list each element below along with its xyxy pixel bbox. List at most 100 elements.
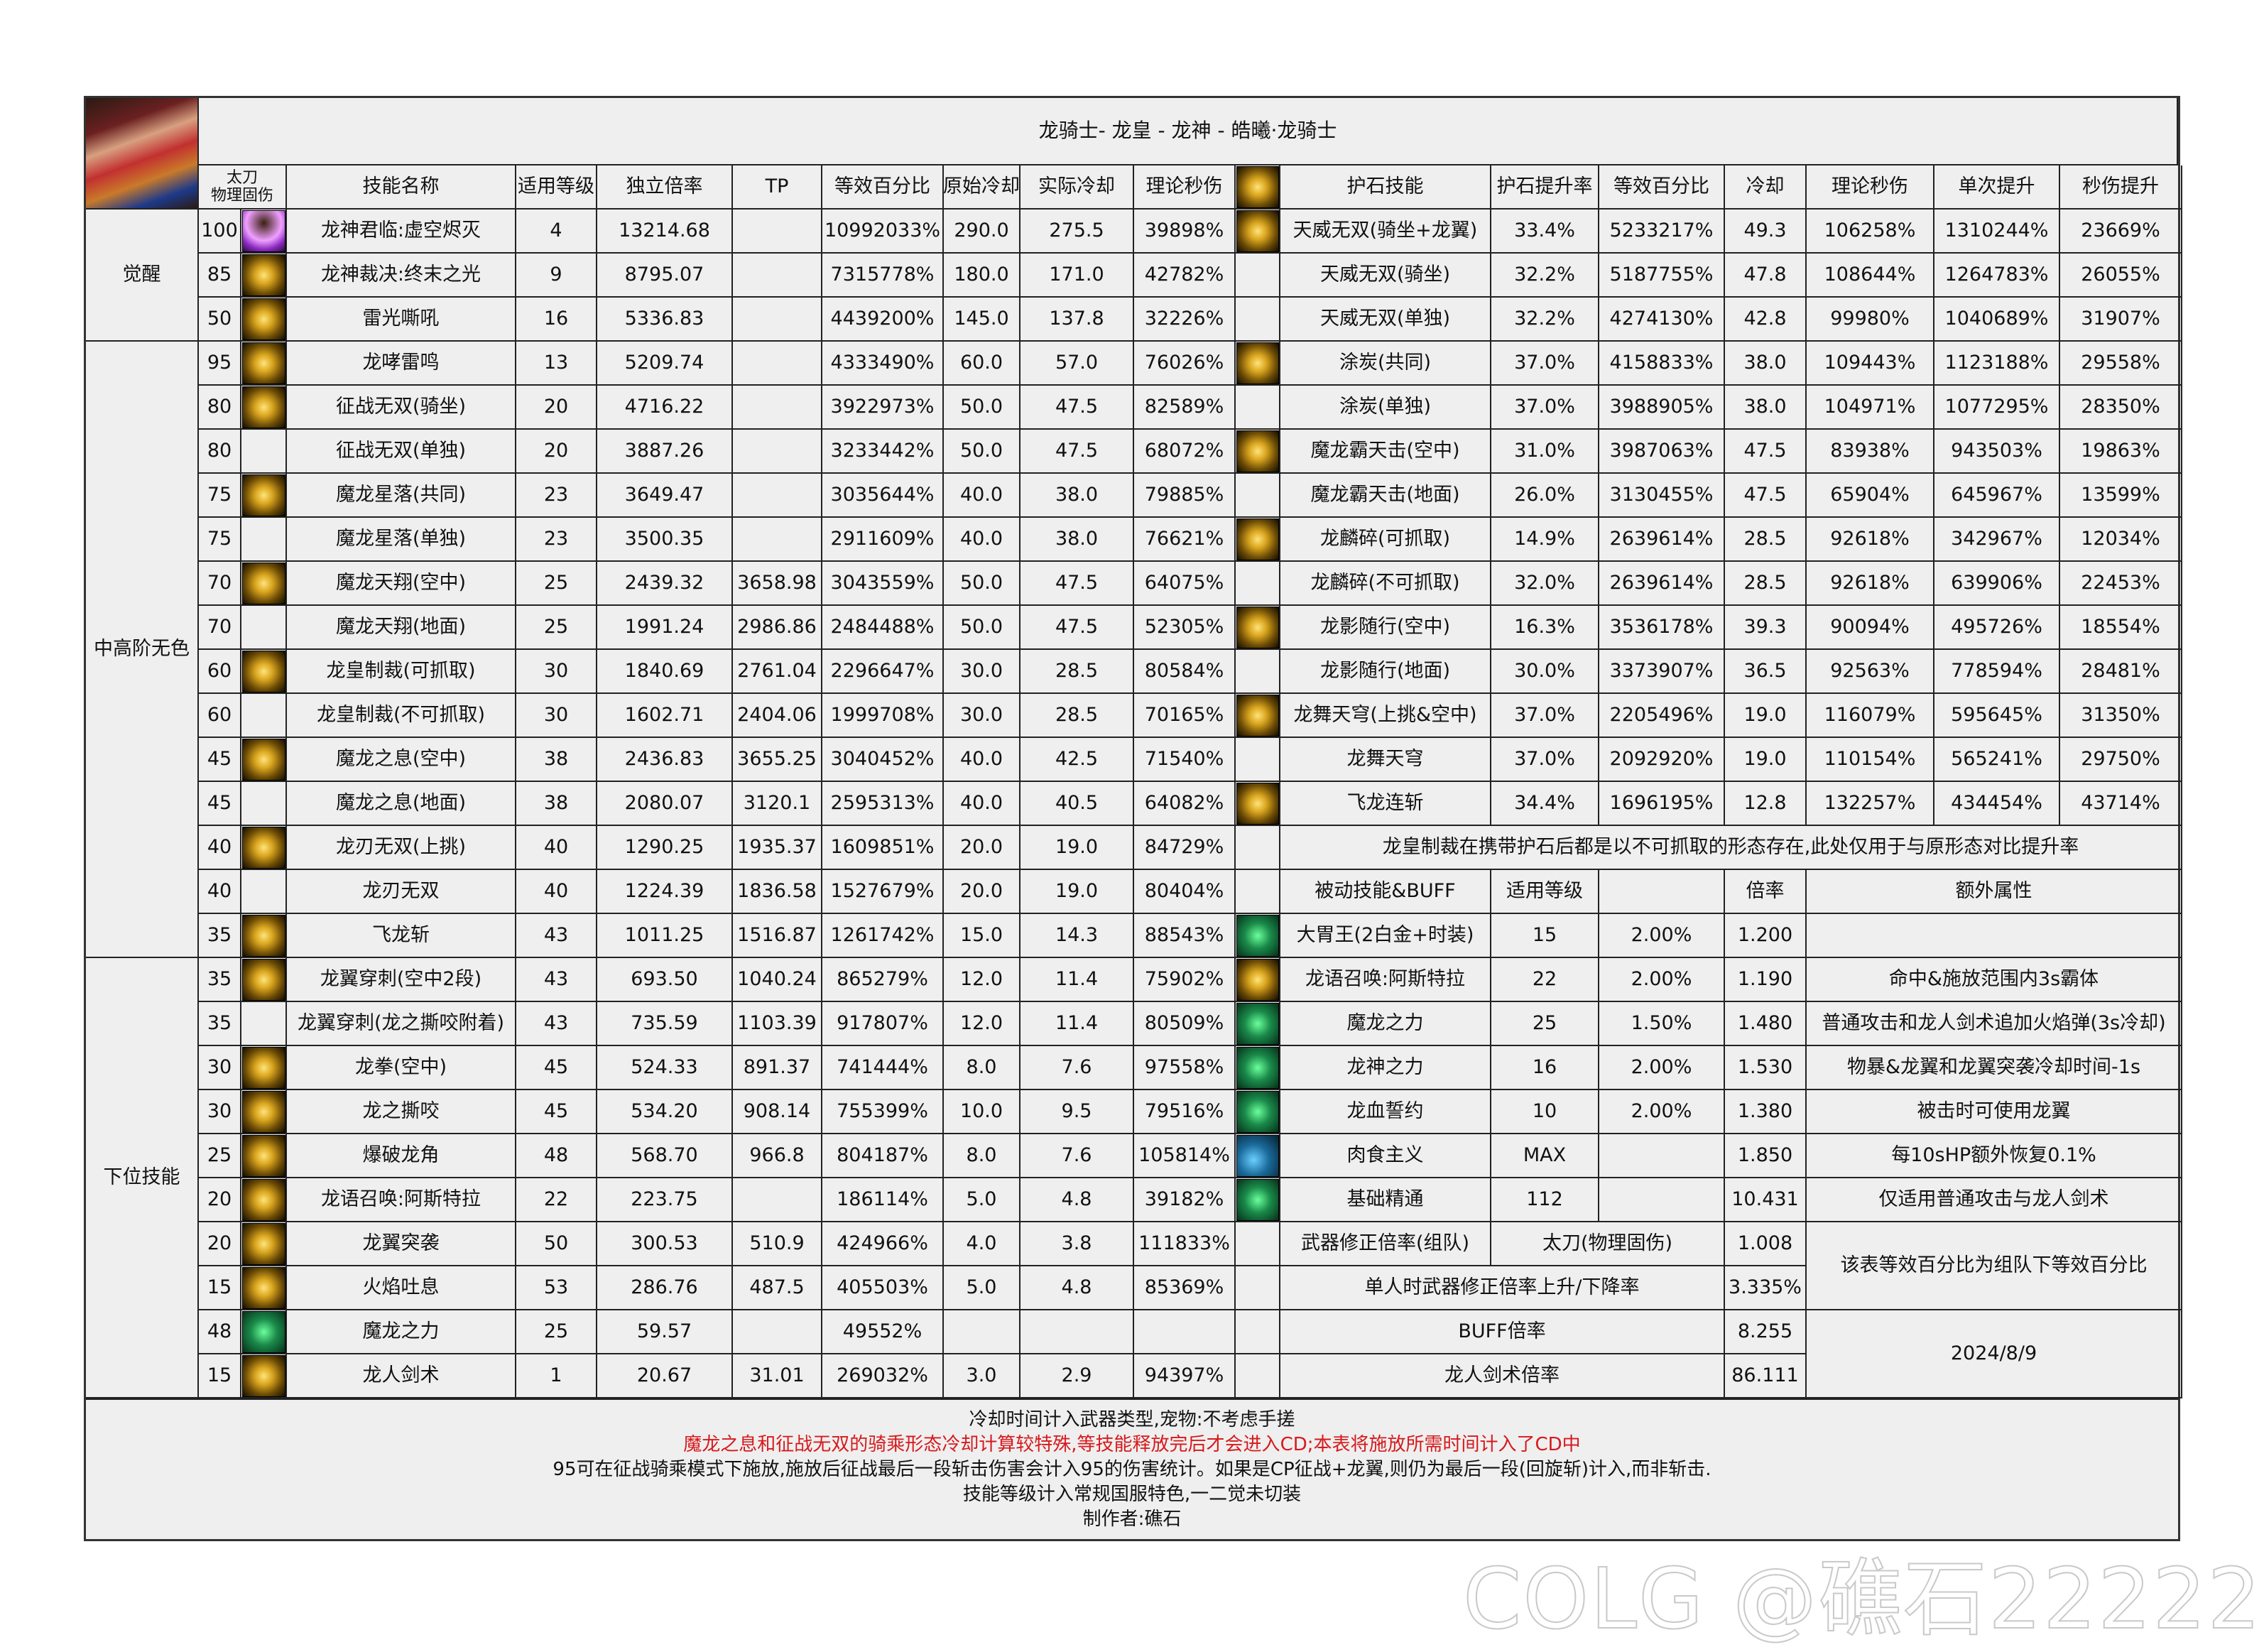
talisman-cd: 42.8 — [1725, 298, 1807, 342]
skill-ratio: 13214.68 — [597, 210, 733, 254]
passive-name: 基础精通 — [1280, 1178, 1491, 1222]
talisman-dps-up: 19863% — [2060, 430, 2182, 474]
talisman-dps: 108644% — [1807, 254, 1934, 298]
passive-header-extra: 额外属性 — [1807, 870, 2182, 914]
talisman-dps: 99980% — [1807, 298, 1934, 342]
skill-equiv: 3043559% — [822, 562, 944, 606]
sheet-title: 龙骑士- 龙皇 - 龙神 - 皓曦·龙骑士 — [199, 98, 2178, 165]
skill-level: 85 — [199, 254, 241, 298]
skill-level: 70 — [199, 562, 241, 606]
skill-icon-cell — [241, 782, 287, 826]
talisman-cd: 19.0 — [1725, 738, 1807, 782]
header-talisman-dps: 理论秒伤 — [1807, 165, 1934, 210]
header-single-up: 单次提升 — [1934, 165, 2060, 210]
passive-icon — [1236, 1091, 1279, 1133]
skill-equiv: 741444% — [822, 1046, 944, 1090]
talisman-cd: 19.0 — [1725, 694, 1807, 738]
skill-use-level: 13 — [516, 342, 597, 386]
skill-use-level: 43 — [516, 914, 597, 958]
skill-name: 征战无双(骑坐) — [287, 386, 516, 430]
skill-dps: 80584% — [1134, 650, 1236, 694]
skill-ratio: 5336.83 — [597, 298, 733, 342]
skill-icon — [242, 1355, 285, 1397]
talisman-name: 魔龙霸天击(地面) — [1280, 474, 1491, 518]
talisman-rate: 14.9% — [1491, 518, 1599, 562]
buff-ratio-value: 8.255 — [1725, 1310, 1807, 1354]
skill-real-cd: 171.0 — [1021, 254, 1134, 298]
skill-icon-cell — [241, 1002, 287, 1046]
skill-level: 20 — [199, 1222, 241, 1266]
skill-ratio: 223.75 — [597, 1178, 733, 1222]
skill-real-cd: 137.8 — [1021, 298, 1134, 342]
skill-dps: 94397% — [1134, 1354, 1236, 1398]
passive-icon — [1236, 1003, 1279, 1045]
skill-use-level: 30 — [516, 650, 597, 694]
skill-dps: 82589% — [1134, 386, 1236, 430]
section-label: 下位技能 — [86, 958, 199, 1398]
skill-ratio: 735.59 — [597, 1002, 733, 1046]
skill-real-cd: 11.4 — [1021, 958, 1134, 1002]
skill-tp: 1935.37 — [733, 826, 822, 870]
skill-tp: 966.8 — [733, 1134, 822, 1178]
passive-name: 大胃王(2白金+时装) — [1280, 914, 1491, 958]
skill-orig-cd: 180.0 — [944, 254, 1021, 298]
skill-ratio: 1224.39 — [597, 870, 733, 914]
skill-equiv: 4333490% — [822, 342, 944, 386]
talisman-rate: 37.0% — [1491, 342, 1599, 386]
skill-equiv: 3922973% — [822, 386, 944, 430]
skill-tp: 2404.06 — [733, 694, 822, 738]
passive-ratio: 1.200 — [1725, 914, 1807, 958]
skill-tp: 487.5 — [733, 1266, 822, 1310]
skill-name: 龙语召唤:阿斯特拉 — [287, 1178, 516, 1222]
skill-real-cd: 4.8 — [1021, 1178, 1134, 1222]
skill-dps: 75902% — [1134, 958, 1236, 1002]
skill-orig-cd — [944, 1310, 1021, 1354]
header-talisman: 护石技能 — [1280, 165, 1491, 210]
talisman-dps: 109443% — [1807, 342, 1934, 386]
skill-orig-cd: 8.0 — [944, 1046, 1021, 1090]
passive-level: 112 — [1491, 1178, 1599, 1222]
skill-tp — [733, 1310, 822, 1354]
skill-dps: 88543% — [1134, 914, 1236, 958]
skill-dps: 80509% — [1134, 1002, 1236, 1046]
skill-level: 60 — [199, 694, 241, 738]
talisman-rate: 34.4% — [1491, 782, 1599, 826]
talisman-dps: 90094% — [1807, 606, 1934, 650]
weapon-fix-value: 1.008 — [1725, 1222, 1807, 1266]
passive-icon — [1236, 1135, 1279, 1177]
skill-orig-cd: 20.0 — [944, 870, 1021, 914]
passive-level: 16 — [1491, 1046, 1599, 1090]
skill-tp — [733, 342, 822, 386]
talisman-cd: 38.0 — [1725, 342, 1807, 386]
skill-ratio: 3887.26 — [597, 430, 733, 474]
skill-use-level: 43 — [516, 1002, 597, 1046]
skill-name: 魔龙天翔(空中) — [287, 562, 516, 606]
skill-real-cd: 38.0 — [1021, 518, 1134, 562]
talisman-dps-up: 43714% — [2060, 782, 2182, 826]
skill-name: 魔龙星落(单独) — [287, 518, 516, 562]
talisman-single-up: 943503% — [1934, 430, 2060, 474]
talisman-dps-up: 28481% — [2060, 650, 2182, 694]
footer-notes: 冷却时间计入武器类型,宠物:不考虑手搓 魔龙之息和征战无双的骑乘形态冷却计算较特… — [86, 1398, 2178, 1539]
skill-orig-cd: 50.0 — [944, 386, 1021, 430]
passive-extra: 每10sHP额外恢复0.1% — [1807, 1134, 2182, 1178]
passive-extra: 仅适用普通攻击与龙人剑术 — [1807, 1178, 2182, 1222]
talisman-single-up: 639906% — [1934, 562, 2060, 606]
skill-equiv: 917807% — [822, 1002, 944, 1046]
header-talisman-equiv: 等效百分比 — [1599, 165, 1725, 210]
talisman-icon-cell — [1236, 298, 1280, 342]
skill-icon — [242, 386, 285, 428]
skill-level: 35 — [199, 1002, 241, 1046]
skill-real-cd: 3.8 — [1021, 1222, 1134, 1266]
skill-equiv: 2296647% — [822, 650, 944, 694]
skill-level: 75 — [199, 474, 241, 518]
skill-icon — [242, 1091, 285, 1133]
skill-use-level: 48 — [516, 1134, 597, 1178]
talisman-equiv: 3130455% — [1599, 474, 1725, 518]
talisman-name: 天威无双(骑坐+龙翼) — [1280, 210, 1491, 254]
talisman-icon — [1236, 430, 1279, 472]
skill-equiv: 804187% — [822, 1134, 944, 1178]
skill-orig-cd: 3.0 — [944, 1354, 1021, 1398]
skill-icon — [242, 1223, 285, 1265]
skill-dps: 71540% — [1134, 738, 1236, 782]
